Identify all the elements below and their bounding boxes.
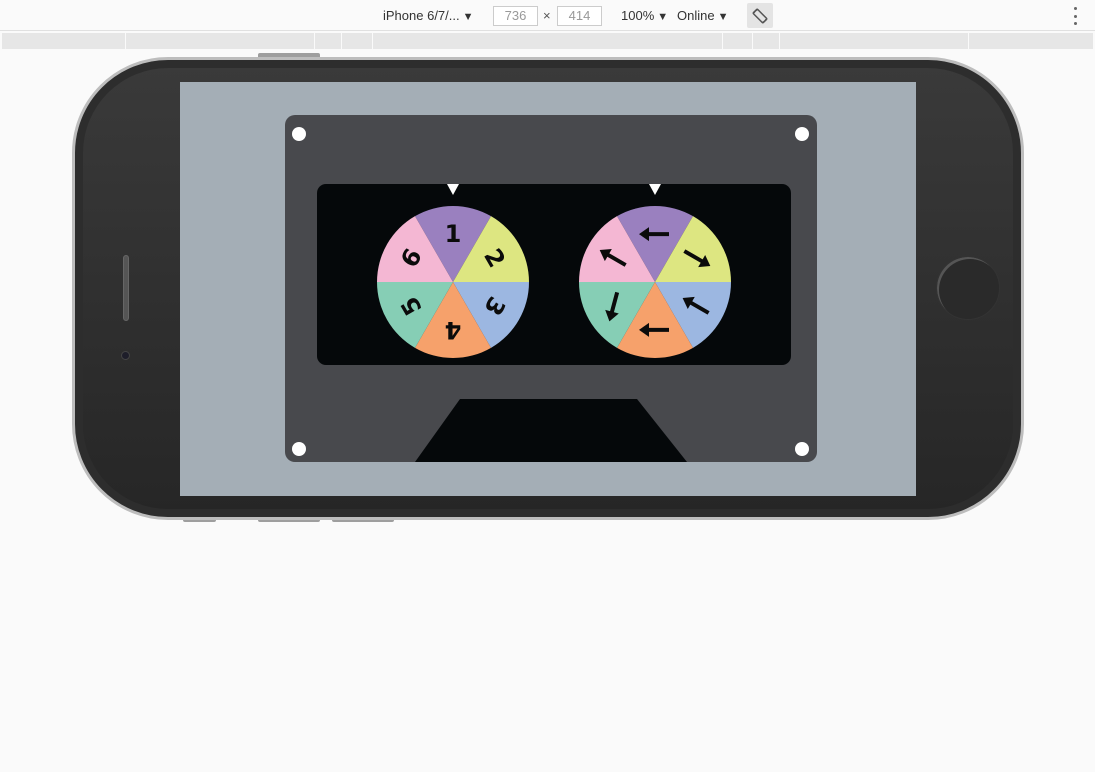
screw-bottom-right xyxy=(795,442,809,456)
dropdown-arrow-icon: ▼ xyxy=(462,11,474,23)
device-select-label: iPhone 6/7/... xyxy=(383,8,460,23)
network-select-label: Online xyxy=(677,8,715,23)
wheel-number-label: 1 xyxy=(445,220,462,248)
tape-slot xyxy=(415,399,687,462)
screw-top-right xyxy=(795,127,809,141)
media-query-bar[interactable] xyxy=(2,33,1093,49)
device-toolbar: iPhone 6/7/... ▼ 736 × 414 100% ▼ Online ▼ xyxy=(0,0,1095,31)
phone-speaker xyxy=(123,255,129,321)
kebab-menu-icon[interactable] xyxy=(1068,7,1082,25)
pointer-triangle-icon xyxy=(649,184,661,195)
zoom-select[interactable]: 100% ▼ xyxy=(621,8,668,23)
direction-spinner-wheel[interactable] xyxy=(579,184,731,358)
device-screen: 123456 xyxy=(180,82,916,496)
wheel-number-label: 4 xyxy=(445,316,462,344)
times-sign: × xyxy=(543,8,551,23)
dropdown-arrow-icon: ▼ xyxy=(657,11,669,23)
device-select[interactable]: iPhone 6/7/... ▼ xyxy=(383,8,474,23)
screw-bottom-left xyxy=(292,442,306,456)
dropdown-arrow-icon: ▼ xyxy=(717,11,729,23)
screw-top-left xyxy=(292,127,306,141)
zoom-select-label: 100% xyxy=(621,8,655,23)
dice-spinner-wheel[interactable]: 123456 xyxy=(377,184,529,358)
height-input[interactable]: 414 xyxy=(557,6,602,26)
network-select[interactable]: Online ▼ xyxy=(677,8,728,23)
phone-home-button xyxy=(936,256,1000,320)
reel-window: 123456 xyxy=(317,184,791,365)
rotate-icon xyxy=(752,8,768,23)
wheels-svg: 123456 xyxy=(377,184,731,358)
rotate-button[interactable] xyxy=(747,3,773,28)
phone-camera xyxy=(121,351,130,360)
pointer-triangle-icon xyxy=(447,184,459,195)
width-input[interactable]: 736 xyxy=(493,6,538,26)
cassette-body: 123456 xyxy=(285,115,817,462)
